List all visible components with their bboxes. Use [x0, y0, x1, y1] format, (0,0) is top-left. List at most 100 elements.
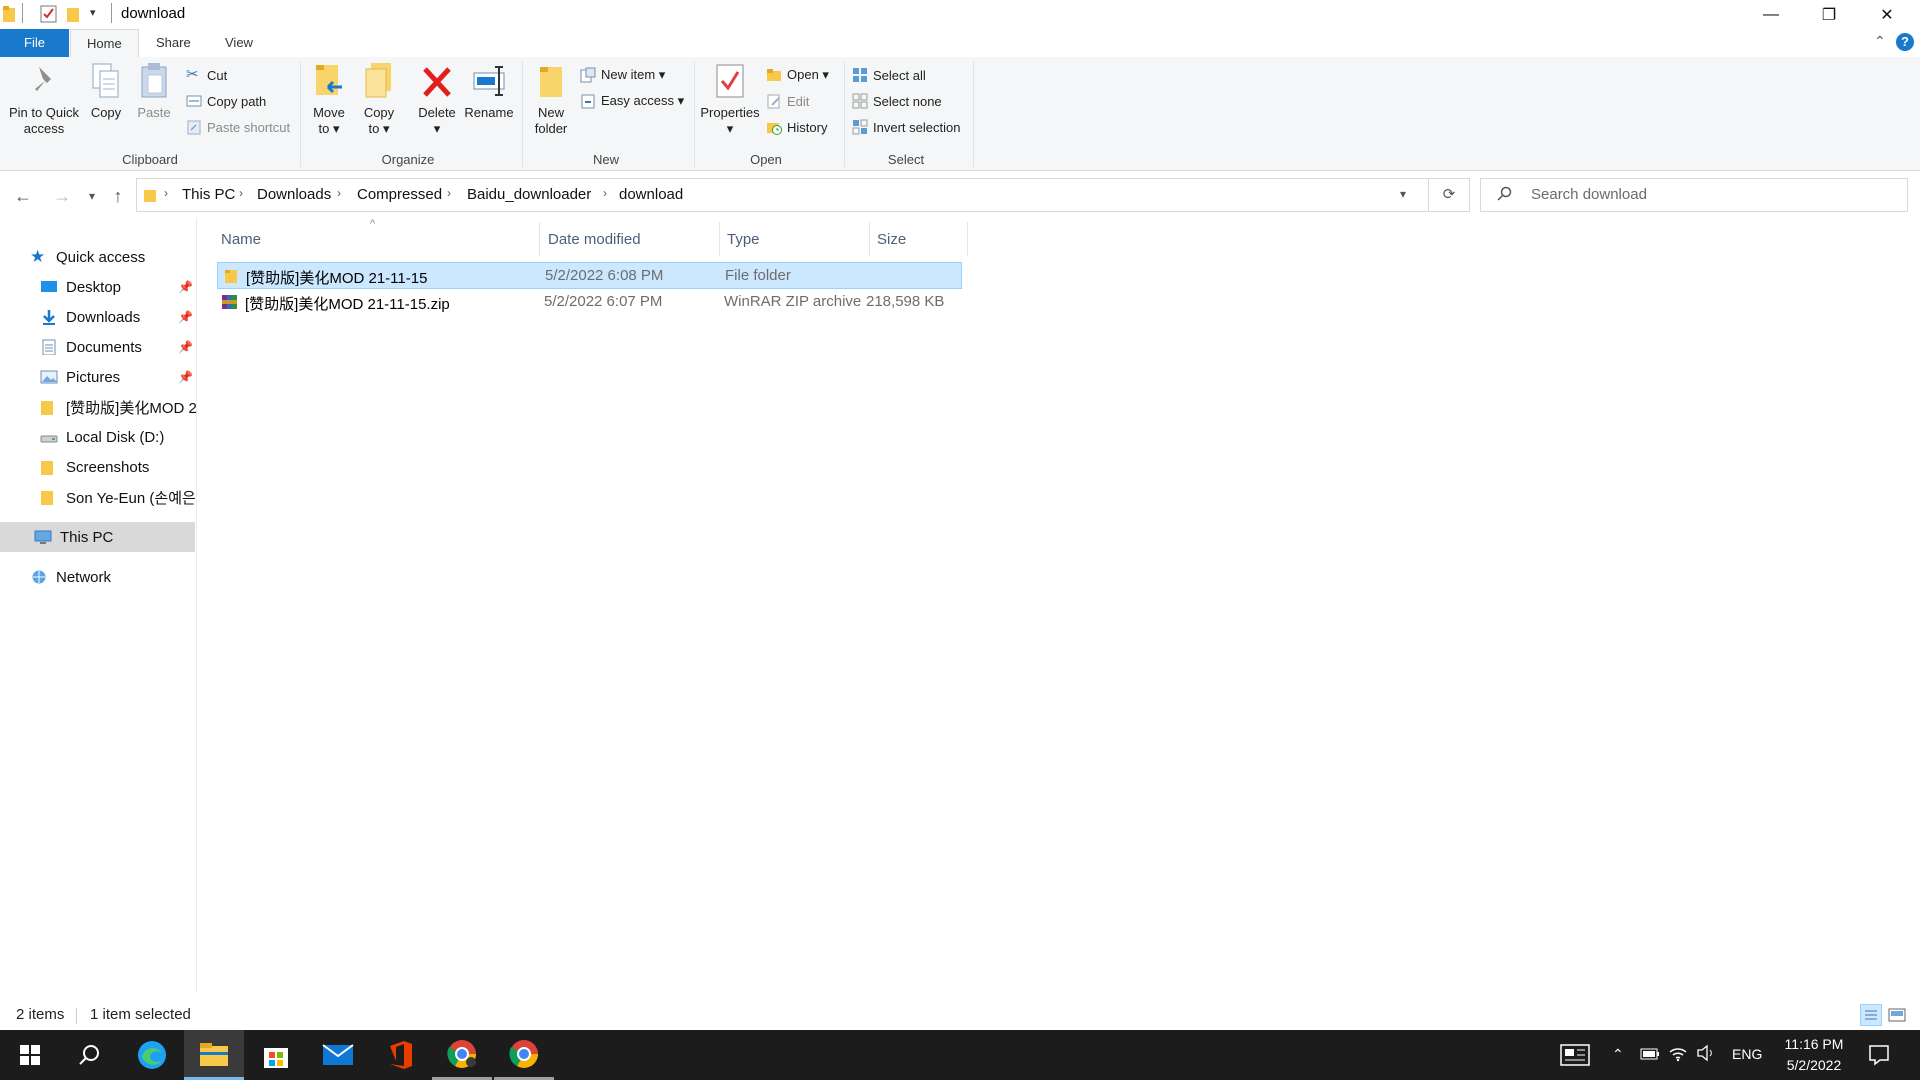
open-button[interactable]: Open ▾	[766, 65, 829, 85]
paste-shortcut-button[interactable]: Paste shortcut	[186, 117, 290, 137]
column-separator[interactable]	[719, 222, 720, 256]
wifi-icon[interactable]	[1668, 1044, 1688, 1066]
nav-this-pc[interactable]: This PC	[0, 522, 195, 552]
folder-icon	[41, 401, 53, 415]
delete-button[interactable]: Delete ▾	[412, 61, 462, 137]
office-icon[interactable]	[370, 1030, 430, 1080]
file-explorer-icon[interactable]	[184, 1030, 244, 1080]
file-row[interactable]: [赞助版]美化MOD 21-11-15 5/2/2022 6:08 PM Fil…	[217, 262, 962, 289]
up-arrow-icon[interactable]: ↑	[106, 184, 130, 208]
customize-toolbar-chevron-icon[interactable]: ▾	[90, 6, 96, 19]
column-header-name[interactable]: Name	[221, 226, 261, 254]
address-bar[interactable]: › This PC › Downloads › Compressed › Bai…	[136, 178, 1429, 212]
select-all-button[interactable]: Select all	[852, 65, 926, 85]
help-icon[interactable]: ?	[1896, 33, 1914, 51]
new-folder-label-1: New	[537, 105, 564, 120]
pin-icon[interactable]: 📌	[178, 370, 193, 384]
breadcrumb-compressed[interactable]: Compressed	[357, 186, 442, 203]
address-dropdown-chevron-icon[interactable]: ▾	[1400, 187, 1406, 201]
chrome-profile-icon[interactable]	[432, 1030, 492, 1080]
copy-button[interactable]: Copy	[84, 61, 128, 121]
nav-network[interactable]: Network	[30, 562, 225, 592]
show-hidden-icons-chevron-icon[interactable]: ⌃	[1612, 1046, 1624, 1063]
rename-button[interactable]: Rename	[462, 61, 516, 121]
notifications-icon[interactable]	[1868, 1044, 1890, 1070]
tab-view[interactable]: View	[209, 29, 269, 57]
nav-quick-access[interactable]: ★ Quick access	[30, 242, 225, 272]
new-item-button[interactable]: New item ▾	[580, 65, 665, 85]
input-language[interactable]: ENG	[1732, 1046, 1762, 1062]
column-header-size[interactable]: Size	[877, 226, 906, 254]
nav-item-label: Screenshots	[66, 458, 150, 476]
column-separator[interactable]	[967, 222, 968, 256]
new-folder-button[interactable]: New folder	[528, 61, 574, 137]
clock-date: 5/2/2022	[1786, 1057, 1842, 1073]
new-group-label: New	[592, 152, 619, 167]
large-icons-view-icon[interactable]	[1888, 1006, 1906, 1024]
select-none-button[interactable]: Select none	[852, 91, 942, 111]
battery-icon[interactable]	[1640, 1047, 1660, 1065]
paste-button[interactable]: Paste	[132, 61, 176, 121]
column-separator[interactable]	[869, 222, 870, 256]
select-all-icon	[853, 68, 867, 82]
new-folder-quick-icon[interactable]	[66, 5, 80, 23]
breadcrumb-download[interactable]: download	[619, 186, 683, 203]
chrome-icon[interactable]	[494, 1030, 554, 1080]
clock[interactable]: 11:16 PM 5/2/2022	[1774, 1034, 1854, 1076]
history-button[interactable]: History	[766, 117, 827, 137]
search-input[interactable]: Search download	[1480, 178, 1908, 212]
breadcrumb-downloads[interactable]: Downloads	[257, 186, 331, 203]
file-row[interactable]: [赞助版]美化MOD 21-11-15.zip 5/2/2022 6:07 PM…	[217, 289, 962, 316]
nav-item-label: Downloads	[66, 308, 141, 326]
breadcrumb-baidu-downloader[interactable]: Baidu_downloader	[467, 186, 591, 203]
forward-arrow-icon[interactable]: →	[50, 184, 74, 208]
move-to-button[interactable]: Move to ▾	[306, 61, 352, 137]
copy-to-icon	[365, 63, 391, 98]
pin-icon[interactable]: 📌	[178, 310, 193, 324]
pin-icon[interactable]: 📌	[178, 280, 193, 294]
breadcrumb-this-pc[interactable]: This PC	[182, 186, 235, 203]
column-separator[interactable]	[539, 222, 540, 256]
volume-icon[interactable]	[1696, 1044, 1716, 1066]
tab-home[interactable]: Home	[70, 29, 139, 58]
news-widget-icon[interactable]	[1560, 1044, 1590, 1070]
recent-locations-chevron-icon[interactable]: ▾	[80, 184, 104, 208]
column-header-type[interactable]: Type	[727, 226, 760, 254]
edit-icon	[767, 94, 780, 109]
copy-to-button[interactable]: Copy to ▾	[356, 61, 402, 137]
restore-button[interactable]: ❐	[1800, 0, 1858, 29]
nav-item-son-ye-eun[interactable]: Son Ye-Eun (손예은)	[40, 482, 195, 512]
copy-path-button[interactable]: Copy path	[186, 91, 266, 111]
edge-browser-icon[interactable]	[122, 1030, 182, 1080]
close-button[interactable]: ✕	[1858, 0, 1916, 29]
edit-button[interactable]: Edit	[766, 91, 809, 111]
start-windows-icon[interactable]	[0, 1030, 60, 1080]
tab-share[interactable]: Share	[140, 29, 207, 57]
navigation-pane: ★ Quick access Desktop 📌 Downloads 📌 Doc…	[0, 218, 197, 993]
back-arrow-icon[interactable]: ←	[11, 184, 35, 208]
file-name: [赞助版]美化MOD 21-11-15	[246, 270, 428, 287]
invert-selection-button[interactable]: Invert selection	[852, 117, 960, 137]
collapse-ribbon-icon[interactable]: ⌃	[1874, 33, 1886, 50]
mail-icon[interactable]	[308, 1030, 368, 1080]
breadcrumb-separator-icon[interactable]: ›	[447, 186, 451, 200]
breadcrumb-separator-icon[interactable]: ›	[337, 186, 341, 200]
details-view-icon[interactable]	[1860, 1004, 1882, 1026]
move-to-label-2: to ▾	[318, 121, 340, 136]
breadcrumb-separator-icon[interactable]: ›	[603, 186, 607, 200]
column-header-date-modified[interactable]: Date modified	[548, 226, 641, 254]
properties-button[interactable]: Properties ▾	[698, 61, 762, 137]
properties-quick-icon[interactable]	[40, 5, 58, 23]
tab-file[interactable]: File	[0, 29, 69, 57]
cut-button[interactable]: ✂ Cut	[186, 65, 227, 85]
pin-to-quick-access-button[interactable]: Pin to Quick access	[4, 61, 84, 137]
microsoft-store-icon[interactable]	[246, 1030, 306, 1080]
copy-icon	[92, 63, 119, 98]
refresh-icon[interactable]: ⟳	[1428, 178, 1470, 212]
breadcrumb-separator-icon[interactable]: ›	[164, 186, 168, 200]
minimize-button[interactable]: —	[1742, 0, 1800, 29]
breadcrumb-separator-icon[interactable]: ›	[239, 186, 243, 200]
pin-icon[interactable]: 📌	[178, 340, 193, 354]
taskbar-search-icon[interactable]	[60, 1030, 120, 1080]
easy-access-button[interactable]: Easy access ▾	[580, 91, 684, 111]
